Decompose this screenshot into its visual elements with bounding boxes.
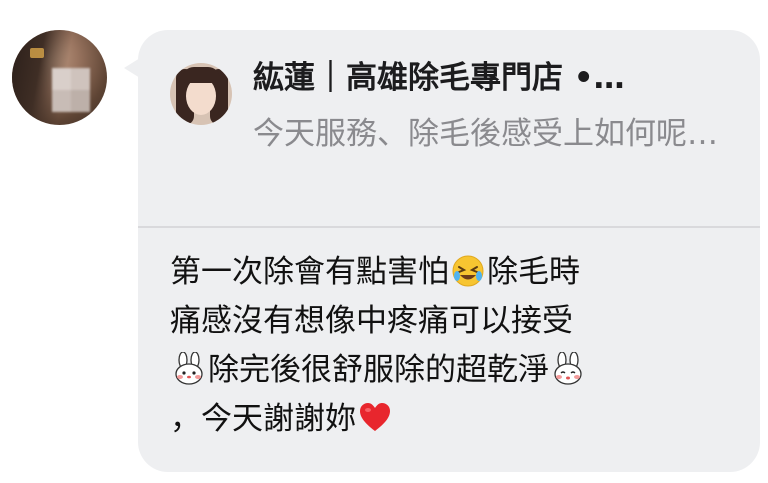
message-line2: 痛感沒有想像中疼痛可以接受 bbox=[170, 303, 573, 339]
quoted-reply[interactable]: 紘蓮｜高雄除毛專門店 •… 今天服務、除毛後感受上如何呢… bbox=[138, 30, 760, 225]
shop-avatar bbox=[170, 63, 232, 125]
quoted-message-text: 今天服務、除毛後感受上如何呢… bbox=[253, 116, 718, 152]
avatar-face-blur bbox=[52, 68, 90, 112]
message-line1b: 除毛時 bbox=[487, 254, 580, 290]
quoted-sender-name: 紘蓮｜高雄除毛專門店 •… bbox=[253, 60, 625, 96]
sender-avatar[interactable] bbox=[12, 30, 107, 125]
quote-divider bbox=[138, 226, 760, 228]
message-text: 第一次除會有點害怕 除毛時 痛感沒有想像中疼痛可以接受 除完後很舒服除的超乾淨 bbox=[170, 248, 730, 444]
message-line1a: 第一次除會有點害怕 bbox=[170, 254, 449, 290]
chat-screen: 紘蓮｜高雄除毛專門店 •… 今天服務、除毛後感受上如何呢… 第一次除會有點害怕 … bbox=[0, 0, 768, 483]
bunny-sticker-emoji-icon bbox=[554, 352, 582, 385]
rolling-laughing-emoji-icon bbox=[452, 255, 484, 287]
message-line4: ，今天謝謝妳 bbox=[170, 401, 356, 437]
red-heart-emoji-icon bbox=[360, 403, 390, 431]
message-line3a: 除完後很舒服除的超乾淨 bbox=[208, 352, 549, 388]
avatar-background-sign bbox=[30, 48, 44, 58]
bunny-sticker-emoji-icon bbox=[175, 352, 203, 385]
message-bubble[interactable]: 紘蓮｜高雄除毛專門店 •… 今天服務、除毛後感受上如何呢… 第一次除會有點害怕 … bbox=[138, 30, 760, 472]
